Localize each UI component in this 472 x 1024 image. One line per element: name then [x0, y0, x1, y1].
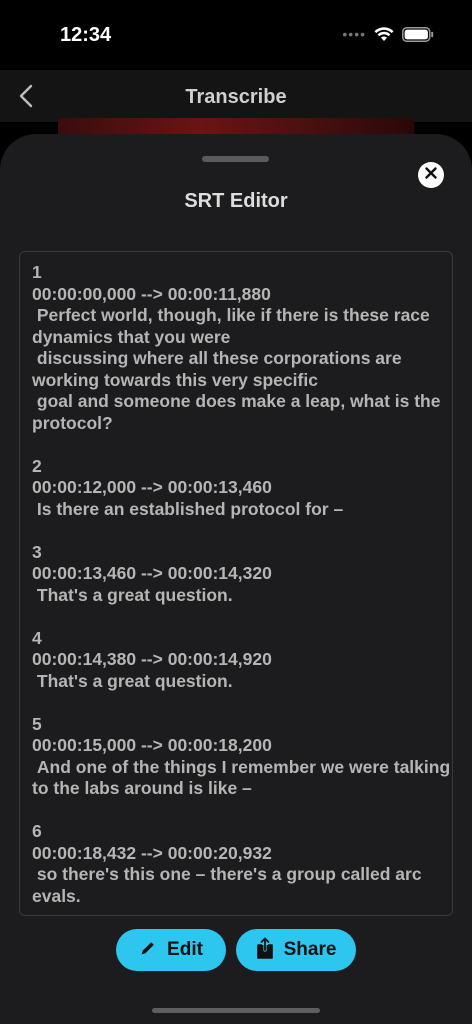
- srt-entry-timecode: 00:00:18,432 --> 00:00:20,932: [32, 842, 272, 863]
- sheet-grabber[interactable]: [202, 156, 269, 162]
- srt-entry-timecode: 00:00:12,000 --> 00:00:13,460: [32, 477, 272, 497]
- srt-entry-timecode: 00:00:13,460 --> 00:00:14,320: [32, 563, 272, 583]
- nav-title: Transcribe: [185, 86, 287, 108]
- srt-content: 1 00:00:00,000 --> 00:00:11,880 Perfect w…: [32, 262, 452, 915]
- srt-editor-sheet: SRT Editor 1 00:00:00,000 --> 00:00:11,88…: [0, 134, 472, 1024]
- srt-text-editor[interactable]: 1 00:00:00,000 --> 00:00:11,880 Perfect w…: [19, 251, 453, 916]
- sheet-title: SRT Editor: [184, 190, 288, 212]
- srt-entry: 5 00:00:15,000 --> 00:00:18,200 And one o…: [32, 713, 452, 800]
- navigation-bar: Transcribe: [0, 70, 472, 122]
- cellular-signal-icon: ••••: [342, 26, 366, 42]
- status-icons: ••••: [342, 26, 434, 42]
- wifi-icon: [374, 26, 394, 42]
- close-icon: [424, 166, 438, 185]
- srt-entry-text: Is there an established protocol for –: [32, 498, 344, 519]
- srt-entry-text: Perfect world, though, like if there is …: [32, 305, 435, 347]
- srt-entry-index: 6: [32, 821, 42, 841]
- srt-entry-text: goal and someone does make a leap, what …: [32, 391, 446, 433]
- battery-icon: [402, 26, 434, 42]
- close-button[interactable]: [418, 162, 444, 188]
- srt-entry-index: 3: [32, 541, 42, 562]
- srt-entry-text: That's a great question.: [32, 670, 233, 691]
- status-bar: 12:34 ••••: [0, 0, 472, 70]
- srt-entry-timecode: 00:00:15,000 --> 00:00:18,200: [32, 735, 272, 755]
- srt-entry-text: discussing where all these corporations …: [32, 348, 407, 390]
- srt-entry-text: And one of the things I remember we were…: [32, 756, 451, 799]
- srt-entry: 1 00:00:00,000 --> 00:00:11,880 Perfect w…: [32, 262, 452, 434]
- srt-entry: 4 00:00:14,380 --> 00:00:14,920 That's a …: [32, 627, 452, 693]
- srt-entry-index: 4: [32, 627, 42, 648]
- edit-button[interactable]: Edit: [116, 929, 226, 971]
- srt-entry-text: so there's this one – there's a group ca…: [32, 864, 427, 906]
- share-button[interactable]: Share: [236, 929, 356, 971]
- share-icon: [256, 936, 274, 964]
- share-label: Share: [283, 939, 337, 960]
- srt-entry-timecode: 00:00:00,000 --> 00:00:11,880: [32, 283, 271, 304]
- srt-entry-text: That's a great question.: [32, 584, 233, 605]
- srt-entry-index: 2: [32, 455, 42, 476]
- pencil-icon: [139, 939, 157, 962]
- home-indicator: [152, 1008, 320, 1013]
- srt-entry-timecode: 00:00:14,380 --> 00:00:14,920: [32, 649, 272, 669]
- srt-entry-index: 5: [32, 713, 42, 734]
- srt-entry: 6 00:00:18,432 --> 00:00:20,932 so there'…: [32, 821, 452, 907]
- edit-label: Edit: [167, 939, 203, 960]
- srt-entry: 2 00:00:12,000 --> 00:00:13,460 Is there …: [32, 455, 452, 521]
- status-time: 12:34: [60, 24, 112, 46]
- srt-entry-index: 1: [32, 262, 42, 282]
- srt-entry: 3 00:00:13,460 --> 00:00:14,320 That's a …: [32, 541, 452, 607]
